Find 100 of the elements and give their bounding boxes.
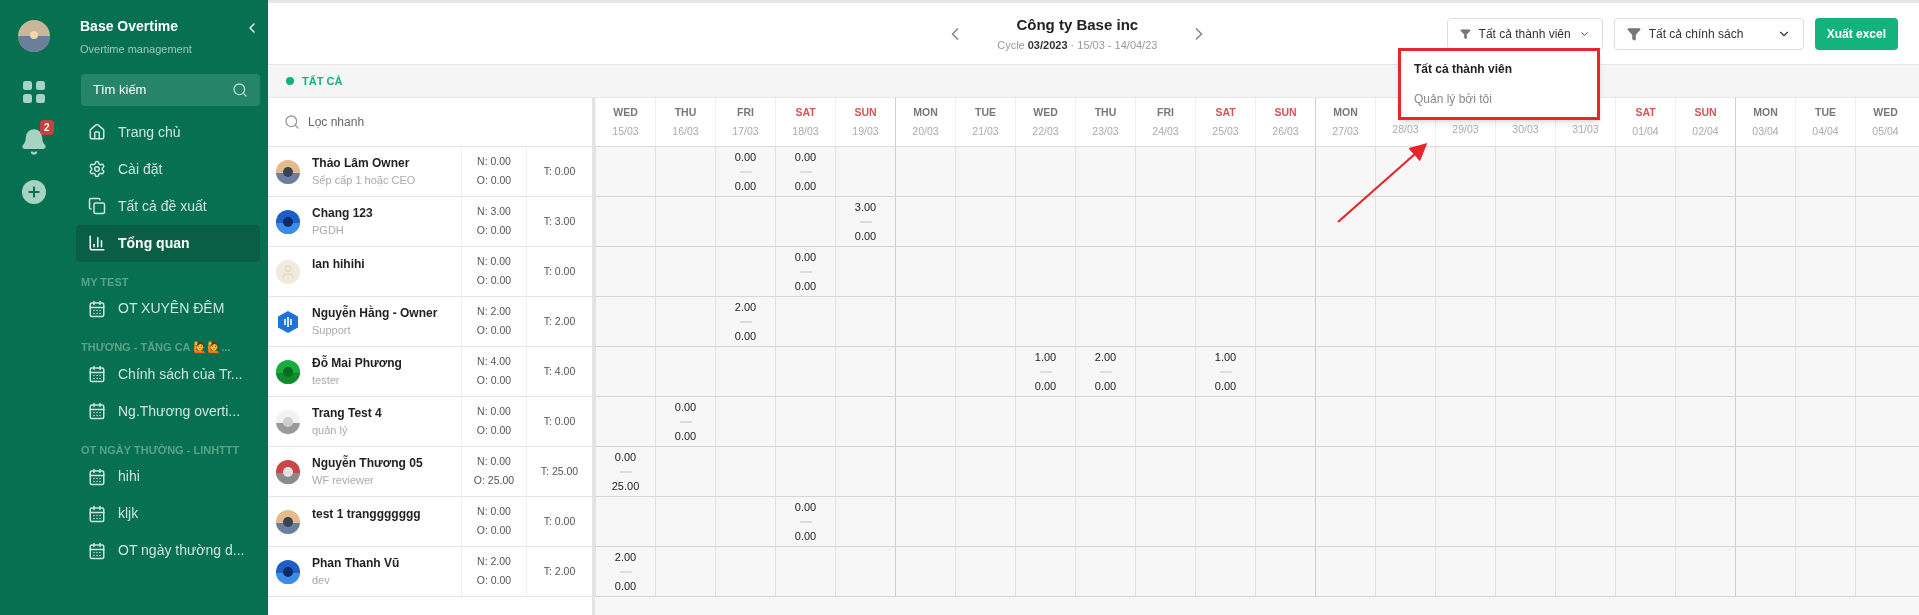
day-header: SAT 01/04 xyxy=(1615,98,1675,146)
day-overtime: 0.00 xyxy=(734,178,757,194)
nav-item[interactable]: Ng.Thương overti... xyxy=(76,392,260,430)
day-overtime: 0.00 xyxy=(794,178,817,194)
add-button[interactable] xyxy=(22,180,46,204)
nav-item[interactable]: OT ngày thường d... xyxy=(76,532,260,569)
day-header: MON 20/03 xyxy=(895,98,955,146)
day-header: THU 16/03 xyxy=(655,98,715,146)
employee-role: Sếp cấp 1 hoặc CEO xyxy=(312,173,416,189)
day-header: SAT 18/03 xyxy=(775,98,835,146)
day-overtime: 0.00 xyxy=(734,328,757,344)
employee-name: Trang Test 4 xyxy=(312,405,382,423)
total-hours: T: 3.00 xyxy=(543,213,576,229)
overtime-hours: O: 0.00 xyxy=(476,573,512,588)
overtime-hours: O: 0.00 xyxy=(476,173,512,188)
filter-icon xyxy=(1626,26,1641,41)
day-hours: 1.00 xyxy=(1034,350,1057,365)
nav-item[interactable]: Cài đặt xyxy=(76,150,260,188)
app-subtitle: Overtime management xyxy=(80,42,192,57)
employee-role: Support xyxy=(312,323,352,339)
apps-grid-icon[interactable] xyxy=(22,80,46,104)
employee-role: tester xyxy=(312,373,341,389)
calendar-icon xyxy=(88,365,106,383)
day-header: FRI 17/03 xyxy=(715,98,775,146)
normal-hours: N: 4.00 xyxy=(477,354,511,370)
home-icon xyxy=(88,123,106,141)
employee-name: Nguyễn Thương 05 xyxy=(312,454,423,473)
employee-name: Chang 123 xyxy=(312,205,373,223)
normal-hours: N: 0.00 xyxy=(477,404,511,420)
search-field[interactable]: Tìm kiếm xyxy=(81,73,260,106)
menu-item[interactable]: Tất cả thành viên xyxy=(1401,54,1597,84)
day-overtime: 0.00 xyxy=(1214,378,1237,394)
day-overtime: 0.00 xyxy=(1094,378,1117,394)
section-heading: THƯƠNG - TĂNG CA 🙋🙋... xyxy=(80,340,232,355)
day-overtime: 0.00 xyxy=(614,578,637,594)
day-header: TUE 04/04 xyxy=(1795,98,1855,146)
day-overtime: 0.00 xyxy=(794,278,817,294)
day-overtime: 0.00 xyxy=(674,428,697,444)
policy-filter-dropdown[interactable]: Tất cả chính sách xyxy=(1613,17,1804,50)
employee-role: WF reviewer xyxy=(312,473,375,489)
hexagon-logo-icon xyxy=(276,309,300,334)
day-hours: 0.00 xyxy=(794,250,817,265)
plus-icon xyxy=(26,184,42,200)
day-hours: 0.00 xyxy=(734,150,757,165)
day-hours: 1.00 xyxy=(1214,350,1237,365)
nav-item[interactable]: Trang chủ xyxy=(76,113,260,151)
app-title: Base Overtime xyxy=(80,17,180,36)
calendar-icon xyxy=(88,541,106,560)
total-hours: T: 2.00 xyxy=(543,563,576,579)
employee-name: test 1 tranggggggg xyxy=(312,506,421,523)
company-name: Công ty Base inc xyxy=(1016,15,1139,35)
day-header: WED 05/04 xyxy=(1855,98,1915,146)
overtime-hours: O: 0.00 xyxy=(476,523,512,538)
day-overtime: 0.00 xyxy=(1034,378,1057,394)
total-hours: T: 4.00 xyxy=(543,363,576,379)
settings-icon xyxy=(88,160,106,178)
employee-role: quản lý xyxy=(312,423,349,439)
total-hours: T: 0.00 xyxy=(543,163,576,179)
calendar-icon xyxy=(88,299,106,318)
employee-name: Phan Thanh Vũ xyxy=(312,555,400,573)
day-header: TUE 21/03 xyxy=(955,98,1015,146)
day-overtime: 0.00 xyxy=(854,228,877,244)
day-header: SUN 02/04 xyxy=(1675,98,1735,146)
nav-item[interactable]: Tổng quan xyxy=(76,224,260,262)
normal-hours: N: 0.00 xyxy=(477,454,511,470)
employee-name: Đỗ Mai Phương xyxy=(312,354,402,373)
employee-name: Thảo Lâm Owner xyxy=(312,155,411,173)
legend-label: TẤT CẢ xyxy=(302,73,343,89)
normal-hours: N: 0.00 xyxy=(477,254,511,270)
day-header: WED 22/03 xyxy=(1015,98,1075,146)
day-header: SUN 19/03 xyxy=(835,98,895,146)
search-icon xyxy=(284,114,300,130)
notification-badge: 2 xyxy=(40,120,54,135)
day-header: MON 27/03 xyxy=(1315,98,1375,146)
nav-item[interactable]: Chính sách của Tr... xyxy=(76,355,260,393)
export-excel-button[interactable]: Xuất excel xyxy=(1814,17,1898,50)
day-header: MON 03/04 xyxy=(1735,98,1795,146)
day-overtime: 0.00 xyxy=(794,528,817,544)
quick-filter-field[interactable]: Lọc nhanh xyxy=(268,98,592,146)
nav-item[interactable]: Tất cả đề xuất xyxy=(76,187,260,225)
nav-item[interactable]: OT XUYÊN ĐÊM xyxy=(76,290,260,327)
calendar-icon xyxy=(88,467,106,486)
calendar-icon xyxy=(88,504,106,523)
normal-hours: N: 3.00 xyxy=(477,204,511,220)
normal-hours: N: 0.00 xyxy=(477,154,511,170)
day-header: THU 23/03 xyxy=(1075,98,1135,146)
section-heading: MY TEST xyxy=(80,274,130,290)
overtime-hours: O: 0.00 xyxy=(476,323,512,338)
overtime-hours: O: 25.00 xyxy=(473,473,515,488)
day-hours: 3.00 xyxy=(854,200,877,215)
nav-item[interactable]: hihi xyxy=(76,458,260,495)
day-header: WED 15/03 xyxy=(595,98,655,146)
day-header: FRI 24/03 xyxy=(1135,98,1195,146)
avatar-placeholder xyxy=(276,259,300,284)
nav-item[interactable]: kljk xyxy=(76,495,260,532)
day-hours: 0.00 xyxy=(614,450,637,465)
overtime-hours: O: 0.00 xyxy=(476,423,512,438)
total-hours: T: 25.00 xyxy=(540,463,579,479)
filter-icon xyxy=(1459,26,1471,41)
employee-name: Nguyễn Hằng - Owner xyxy=(312,304,438,323)
